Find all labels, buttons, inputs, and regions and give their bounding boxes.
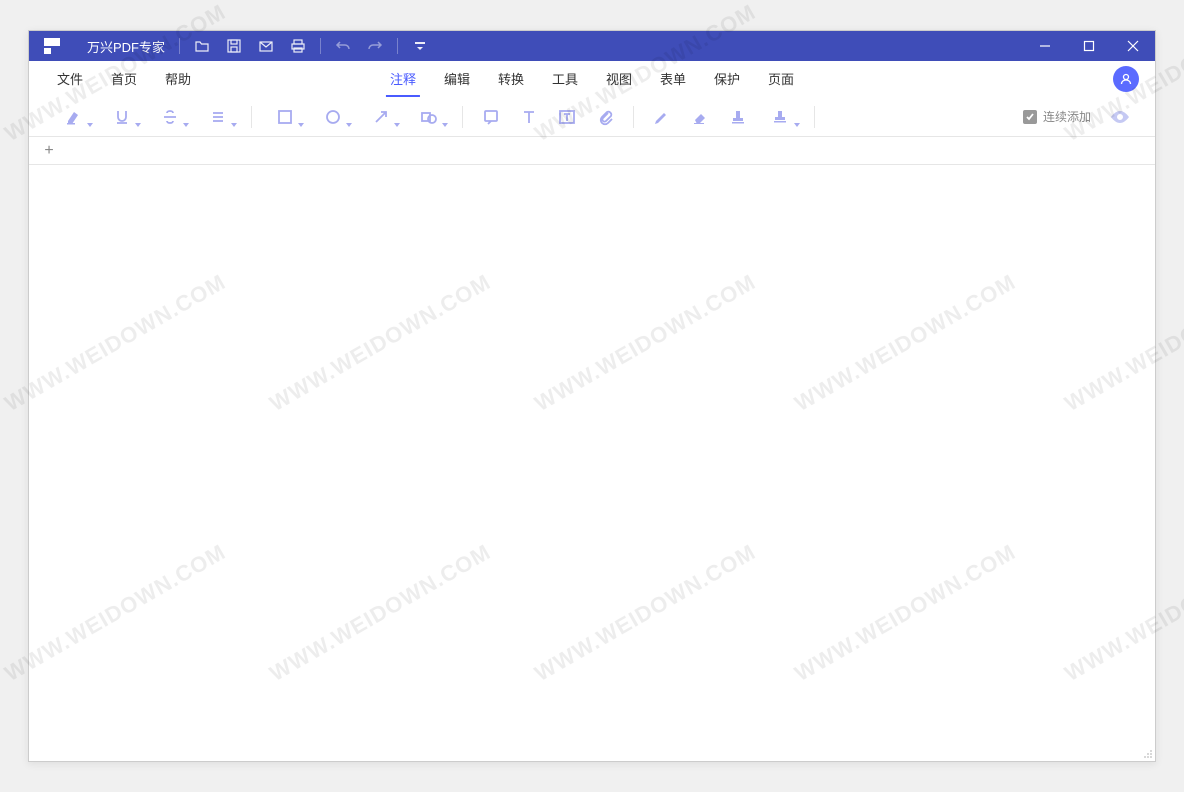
tab-convert[interactable]: 转换 bbox=[484, 61, 538, 97]
menu-home[interactable]: 首页 bbox=[97, 61, 151, 97]
tab-annotate[interactable]: 注释 bbox=[376, 61, 430, 97]
print-icon[interactable] bbox=[290, 38, 306, 54]
redo-icon[interactable] bbox=[367, 38, 383, 54]
app-logo-icon bbox=[41, 35, 63, 57]
user-avatar-button[interactable] bbox=[1113, 66, 1139, 92]
tab-forms[interactable]: 表单 bbox=[646, 61, 700, 97]
pencil-tool[interactable] bbox=[650, 105, 674, 129]
textbox-tool[interactable] bbox=[555, 105, 579, 129]
attachment-tool[interactable] bbox=[593, 105, 617, 129]
stamp-dropdown[interactable] bbox=[764, 105, 798, 129]
toolbar: 连续添加 bbox=[29, 97, 1155, 137]
tab-view[interactable]: 视图 bbox=[592, 61, 646, 97]
list-tool[interactable] bbox=[201, 105, 235, 129]
document-tabstrip: + bbox=[29, 137, 1155, 165]
app-window: 万兴PDF专家 文件 首页 帮助 注释 编辑 bbox=[28, 30, 1156, 762]
visibility-toggle-icon[interactable] bbox=[1109, 109, 1131, 125]
underline-tool[interactable] bbox=[105, 105, 139, 129]
dropdown-icon[interactable] bbox=[412, 38, 428, 54]
circle-tool[interactable] bbox=[316, 105, 350, 129]
rectangle-tool[interactable] bbox=[268, 105, 302, 129]
arrow-tool[interactable] bbox=[364, 105, 398, 129]
strikethrough-tool[interactable] bbox=[153, 105, 187, 129]
note-tool[interactable] bbox=[479, 105, 503, 129]
separator bbox=[814, 106, 815, 128]
tab-tools[interactable]: 工具 bbox=[538, 61, 592, 97]
app-title: 万兴PDF专家 bbox=[87, 37, 165, 56]
separator bbox=[397, 38, 398, 54]
content-area bbox=[29, 165, 1155, 761]
checkbox-icon bbox=[1023, 110, 1037, 124]
shape-tool[interactable] bbox=[412, 105, 446, 129]
mail-icon[interactable] bbox=[258, 38, 274, 54]
eraser-tool[interactable] bbox=[688, 105, 712, 129]
text-tool[interactable] bbox=[517, 105, 541, 129]
resize-grip-icon[interactable] bbox=[1143, 749, 1153, 759]
separator bbox=[179, 38, 180, 54]
continuous-add-checkbox[interactable]: 连续添加 bbox=[1023, 108, 1091, 125]
titlebar: 万兴PDF专家 bbox=[29, 31, 1155, 61]
menu-file[interactable]: 文件 bbox=[43, 61, 97, 97]
menu-help[interactable]: 帮助 bbox=[151, 61, 205, 97]
add-tab-button[interactable]: + bbox=[39, 141, 59, 161]
undo-icon[interactable] bbox=[335, 38, 351, 54]
tab-protect[interactable]: 保护 bbox=[700, 61, 754, 97]
stamp-tool[interactable] bbox=[726, 105, 750, 129]
close-button[interactable] bbox=[1111, 31, 1155, 61]
save-icon[interactable] bbox=[226, 38, 242, 54]
highlight-tool[interactable] bbox=[57, 105, 91, 129]
tab-edit[interactable]: 编辑 bbox=[430, 61, 484, 97]
open-folder-icon[interactable] bbox=[194, 38, 210, 54]
tab-page[interactable]: 页面 bbox=[754, 61, 808, 97]
minimize-button[interactable] bbox=[1023, 31, 1067, 61]
separator bbox=[320, 38, 321, 54]
menubar: 文件 首页 帮助 注释 编辑 转换 工具 视图 表单 保护 页面 bbox=[29, 61, 1155, 97]
checkbox-label: 连续添加 bbox=[1043, 108, 1091, 125]
maximize-button[interactable] bbox=[1067, 31, 1111, 61]
